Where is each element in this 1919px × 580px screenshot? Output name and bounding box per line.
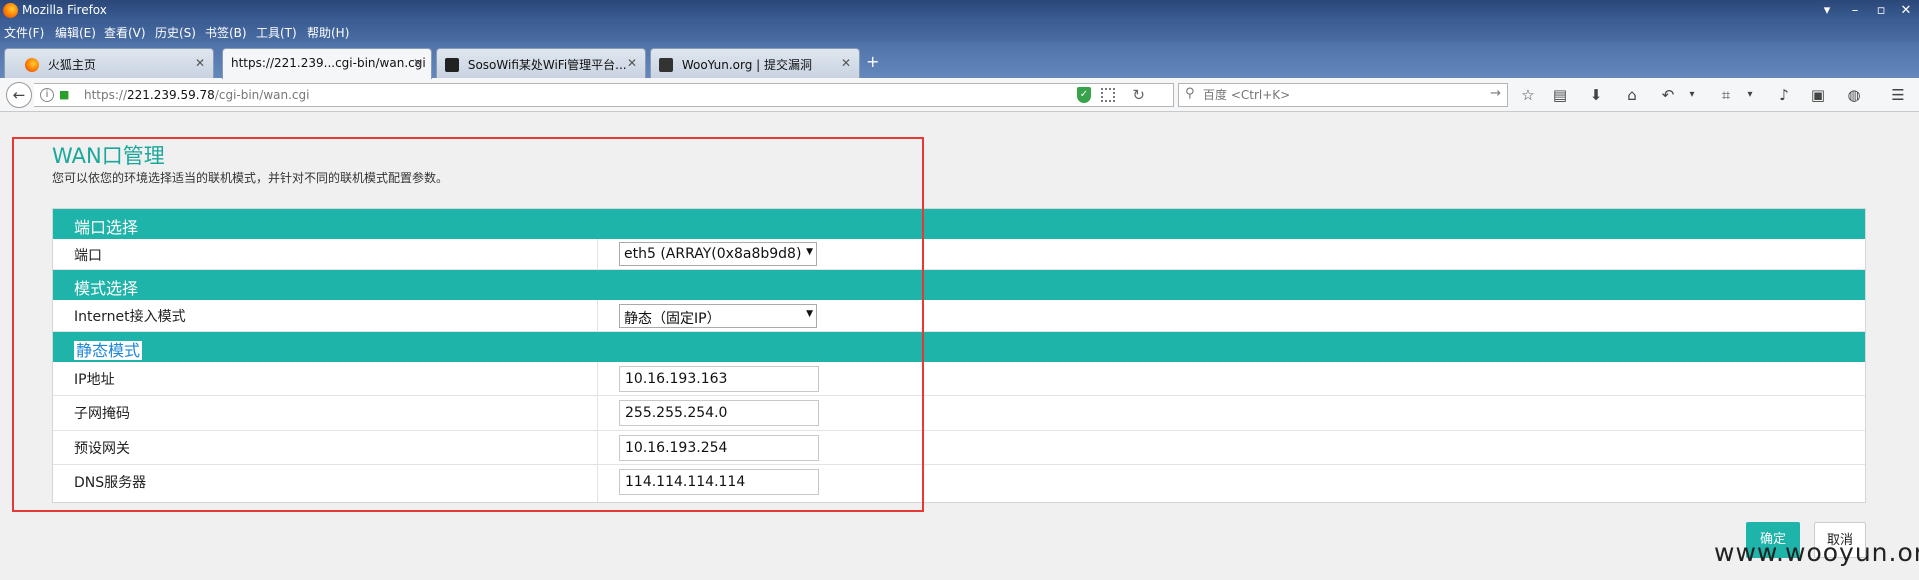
- reading-list-icon[interactable]: ▤: [1550, 85, 1570, 105]
- dns-server-input[interactable]: [619, 469, 819, 495]
- firefox-icon: [25, 58, 39, 72]
- lock-icon[interactable]: ■: [59, 88, 69, 101]
- ip-address-input[interactable]: [619, 366, 819, 392]
- chevron-down-icon: ▼: [803, 309, 813, 319]
- tab-label: SosoWifi某处WiFi管理平台...: [467, 58, 627, 72]
- ip-address-label: IP地址: [74, 372, 115, 388]
- subnet-mask-input[interactable]: [619, 400, 819, 426]
- qr-code-icon[interactable]: [1101, 88, 1115, 102]
- search-go-icon[interactable]: →: [1490, 86, 1501, 101]
- tab-wan-cgi[interactable]: https://221.239...cgi-bin/wan.cgi ✕: [222, 48, 432, 79]
- close-tab-icon[interactable]: ✕: [627, 56, 637, 70]
- undo-icon[interactable]: ↶: [1658, 85, 1678, 105]
- subnet-mask-row: 子网掩码: [53, 396, 1865, 431]
- menu-file[interactable]: 文件(F): [4, 24, 44, 41]
- chevron-down-icon[interactable]: ▾: [1740, 85, 1760, 105]
- menu-help[interactable]: 帮助(H): [307, 24, 349, 41]
- window-menu-button[interactable]: ▾: [1814, 1, 1840, 21]
- column-divider: [597, 239, 598, 269]
- menu-bookmarks[interactable]: 书签(B): [205, 24, 247, 41]
- minimize-button[interactable]: –: [1842, 1, 1868, 21]
- port-label: 端口: [74, 248, 102, 264]
- close-tab-icon[interactable]: ✕: [195, 56, 205, 70]
- url-bar[interactable]: i ■ https://221.239.59.78/cgi-bin/wan.cg…: [34, 83, 1174, 107]
- port-select[interactable]: eth5 (ARRAY(0x8a8b9d8) ▼: [619, 242, 817, 266]
- chevron-down-icon: ▼: [803, 247, 813, 257]
- dns-server-label: DNS服务器: [74, 475, 147, 491]
- column-divider: [597, 362, 598, 395]
- tab-sosowifi[interactable]: SosoWifi某处WiFi管理平台... ✕: [436, 48, 646, 78]
- home-icon[interactable]: ⌂: [1622, 85, 1642, 105]
- window-title: Mozilla Firefox: [22, 3, 107, 17]
- column-divider: [597, 431, 598, 464]
- chevron-down-icon[interactable]: ▾: [1682, 85, 1702, 105]
- section-port-heading: 端口选择: [53, 209, 1865, 239]
- reload-icon[interactable]: ↻: [1132, 86, 1145, 104]
- restore-button[interactable]: ▫: [1868, 1, 1894, 21]
- tab-label: https://221.239...cgi-bin/wan.cgi: [231, 56, 426, 70]
- close-window-button[interactable]: ✕: [1893, 1, 1919, 21]
- section-mode-heading: 模式选择: [53, 270, 1865, 300]
- crop-icon[interactable]: ⌗: [1716, 85, 1736, 105]
- bookmark-star-icon[interactable]: ☆: [1518, 85, 1538, 105]
- search-icon: ⚲: [1185, 86, 1195, 101]
- close-tab-icon[interactable]: ✕: [413, 56, 423, 70]
- download-icon[interactable]: ⬇: [1586, 85, 1606, 105]
- port-row: 端口 eth5 (ARRAY(0x8a8b9d8) ▼: [53, 239, 1865, 270]
- gateway-label: 预设网关: [74, 441, 130, 457]
- palette-icon[interactable]: ◍: [1844, 85, 1864, 105]
- section-title: 模式选择: [74, 279, 139, 298]
- menubar: 文件(F) 编辑(E) 查看(V) 历史(S) 书签(B) 工具(T) 帮助(H…: [0, 22, 1919, 42]
- back-button[interactable]: ←: [6, 82, 32, 108]
- menu-history[interactable]: 历史(S): [155, 24, 196, 41]
- ip-address-row: IP地址: [53, 362, 1865, 396]
- column-divider: [597, 396, 598, 430]
- menu-view[interactable]: 查看(V): [104, 24, 146, 41]
- column-divider: [597, 465, 598, 502]
- window-titlebar: Mozilla Firefox ▾ – ▫ ✕: [0, 0, 1919, 22]
- page-description: 您可以依您的环境选择适当的联机模式，并针对不同的联机模式配置参数。: [52, 171, 449, 185]
- new-tab-button[interactable]: +: [866, 52, 879, 71]
- menu-edit[interactable]: 编辑(E): [55, 24, 96, 41]
- section-title: 静态模式: [74, 341, 143, 360]
- shield-icon[interactable]: ✓: [1077, 87, 1091, 103]
- navigation-toolbar: ← i ■ https://221.239.59.78/cgi-bin/wan.…: [0, 78, 1919, 112]
- gateway-input[interactable]: [619, 435, 819, 461]
- internet-mode-label: Internet接入模式: [74, 309, 186, 325]
- wan-settings-panel: 端口选择 端口 eth5 (ARRAY(0x8a8b9d8) ▼ 模式选择 In…: [52, 208, 1866, 503]
- watermark-text: www.wooyun.org: [1714, 538, 1919, 567]
- column-divider: [597, 300, 598, 331]
- mode-row: Internet接入模式 静态（固定IP） ▼: [53, 300, 1865, 332]
- dns-server-row: DNS服务器: [53, 465, 1865, 502]
- tab-strip: 火狐主页 ✕ https://221.239...cgi-bin/wan.cgi…: [0, 42, 1919, 79]
- menu-tools[interactable]: 工具(T): [256, 24, 297, 41]
- speaker-icon[interactable]: ♪: [1774, 85, 1794, 105]
- port-select-value: eth5 (ARRAY(0x8a8b9d8): [624, 246, 802, 262]
- section-title: 端口选择: [74, 218, 139, 237]
- internet-mode-select[interactable]: 静态（固定IP） ▼: [619, 304, 817, 328]
- wooyun-logo-icon: [659, 58, 673, 72]
- search-input[interactable]: [1203, 87, 1473, 103]
- page-title: WAN口管理: [52, 144, 165, 168]
- search-bar[interactable]: ⚲ →: [1178, 83, 1508, 107]
- mode-select-value: 静态（固定IP）: [624, 311, 721, 327]
- url-text[interactable]: https://221.239.59.78/cgi-bin/wan.cgi: [84, 88, 309, 102]
- firefox-icon: [3, 3, 18, 18]
- subnet-mask-label: 子网掩码: [74, 406, 130, 422]
- tab-firefox-home[interactable]: 火狐主页 ✕: [4, 48, 214, 78]
- gateway-row: 预设网关: [53, 431, 1865, 465]
- tab-wooyun[interactable]: WooYun.org | 提交漏洞 ✕: [650, 48, 860, 78]
- tab-label: WooYun.org | 提交漏洞: [681, 58, 813, 72]
- tab-label: 火狐主页: [47, 58, 96, 72]
- section-static-heading: 静态模式: [53, 332, 1865, 362]
- wifi-logo-icon: [445, 58, 459, 72]
- image-icon[interactable]: ▣: [1808, 85, 1828, 105]
- info-icon[interactable]: i: [40, 88, 54, 102]
- close-tab-icon[interactable]: ✕: [841, 56, 851, 70]
- page-content: WAN口管理 您可以依您的环境选择适当的联机模式，并针对不同的联机模式配置参数。…: [0, 113, 1919, 580]
- hamburger-menu-icon[interactable]: ☰: [1888, 85, 1908, 105]
